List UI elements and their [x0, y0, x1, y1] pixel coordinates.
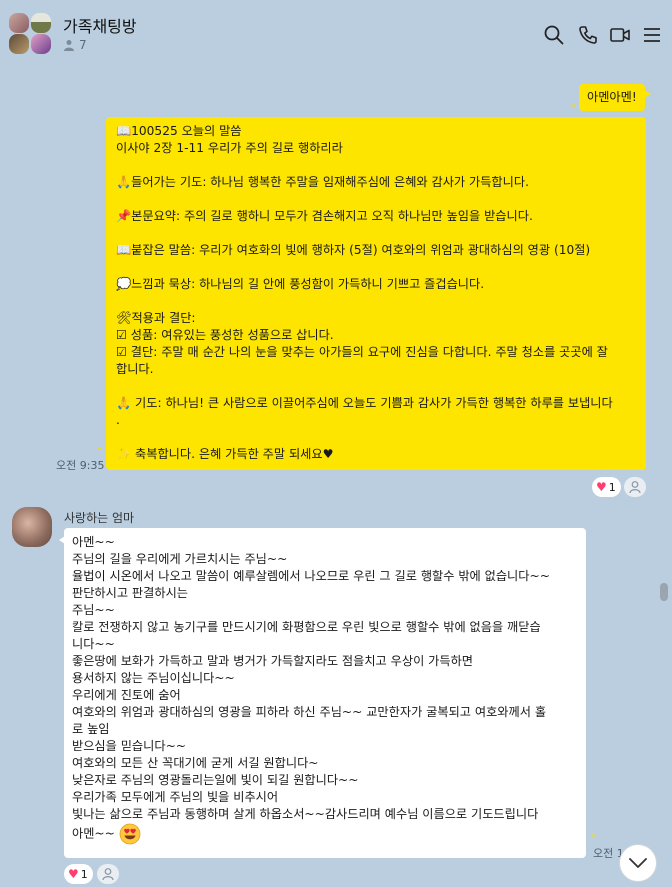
- message-line: 판단하시고 판결하시는: [72, 586, 188, 600]
- member-avatar: [31, 13, 51, 33]
- reaction-badge[interactable]: ♥ 1: [592, 477, 621, 497]
- message-line: 주님의 길을 우리에게 가르치시는 주님~~: [72, 552, 288, 566]
- bubble-tail: [644, 90, 651, 98]
- phone-icon[interactable]: [577, 24, 599, 46]
- member-count[interactable]: 7: [63, 38, 87, 52]
- reaction-count: 1: [608, 480, 616, 494]
- message-line: 로 높임: [72, 722, 110, 736]
- message-line: 📌본문요약: 주의 길로 행하니 모두가 겸손해지고 오직 하나님만 높임을 받…: [116, 209, 533, 223]
- member-count-value: 7: [79, 38, 87, 52]
- add-reaction-button[interactable]: [624, 477, 646, 497]
- add-reaction-button[interactable]: [97, 864, 119, 884]
- search-icon[interactable]: [543, 24, 565, 46]
- message-line: 율법이 시온에서 나오고 말씀이 예루살렘에서 나오므로 우린 그 길로 행할수…: [72, 569, 550, 583]
- message-last-line: 아멘~~: [72, 826, 115, 841]
- message-line: 합니다.: [116, 362, 154, 376]
- message-line: 아멘~~: [72, 823, 578, 845]
- message-line: 좋은땅에 보화가 가득하고 말과 병거가 가득할지라도 점을치고 우상이 가득하…: [72, 654, 474, 668]
- message-line: 🙏들어가는 기도: 하나님 행복한 주말을 임재해주심에 은혜와 감사가 가득합…: [116, 175, 529, 189]
- chevron-down-icon: [629, 858, 647, 868]
- message-line: 📖붙잡은 말씀: 우리가 여호화의 빛에 행하자 (5절) 여호와의 위엄과 광…: [116, 243, 591, 257]
- message-line: 이사야 2장 1-11 우리가 주의 길로 행하리라: [116, 141, 343, 155]
- message-line: 빛나는 삶으로 주님과 동행하며 살게 하옵소서~~감사드리며 예수님 이름으로…: [72, 807, 539, 821]
- sender-name: 사랑하는 엄마: [64, 511, 135, 525]
- bubble-tail: [59, 536, 65, 544]
- message-line: 용서하지 않는 주님이십니다~~: [72, 671, 235, 685]
- message-line: ☑ 성품: 여유있는 풍성한 성품으로 삽니다.: [116, 328, 334, 342]
- video-call-icon[interactable]: [609, 24, 631, 46]
- member-avatar: [31, 34, 51, 54]
- heart-icon: ♥: [596, 480, 607, 494]
- my-message-bubble[interactable]: 아멘아멘!: [579, 84, 651, 111]
- message-line: 🙏 기도: 하나님! 큰 사람으로 이끌어주심에 오늘도 기쁨과 감사가 가득한…: [116, 396, 613, 410]
- sender-avatar[interactable]: [12, 507, 52, 547]
- person-icon: [64, 40, 74, 51]
- message-text-block: 아멘~~ 주님의 길을 우리에게 가르치시는 주님~~ 율법이 시온에서 나오고 말…: [72, 534, 578, 823]
- scroll-to-bottom-button[interactable]: [619, 844, 657, 882]
- group-avatar[interactable]: [8, 12, 54, 56]
- message-line: 칼로 전쟁하지 않고 농기구를 만드시기에 화평함으로 우린 빛으로 행할수 밖…: [72, 620, 541, 634]
- heart-eyes-emoji-icon: [119, 823, 141, 845]
- message-line: .: [116, 413, 120, 427]
- person-icon: [629, 481, 641, 494]
- reaction-badge[interactable]: ♥ 1: [64, 864, 93, 884]
- scrollbar-thumb[interactable]: [660, 583, 668, 601]
- unread-dot: [592, 834, 595, 837]
- message-line: 낮은자로 주님의 영광돌리는일에 빛이 되길 원합니다~~: [72, 773, 359, 787]
- message-line: 니다~~: [72, 637, 115, 651]
- reaction-count: 1: [80, 867, 88, 881]
- heart-icon: ♥: [68, 867, 79, 881]
- member-avatar: [9, 34, 29, 54]
- message-line: 💭느낌과 묵상: 하나님의 길 안에 풍성함이 가득하니 기쁘고 즐겁습니다.: [116, 277, 485, 291]
- message-text: 아멘아멘!: [587, 90, 637, 104]
- message-line: 🛠적용과 결단:: [116, 311, 196, 325]
- member-avatar: [9, 13, 29, 33]
- message-line: ☑ 결단: 주말 매 순간 나의 눈을 맞추는 아가들의 요구에 진심을 다합니…: [116, 345, 608, 359]
- unread-dot: [572, 104, 575, 107]
- message-line: 📖100525 오늘의 말씀: [116, 124, 242, 138]
- message-time: 오전 9:35: [56, 459, 105, 472]
- other-message-bubble[interactable]: 아멘~~ 주님의 길을 우리에게 가르치시는 주님~~ 율법이 시온에서 나오고 말…: [59, 528, 586, 858]
- message-text-block: 📖100525 오늘의 말씀이사야 2장 1-11 우리가 주의 길로 행하리라…: [116, 123, 636, 463]
- message-line: 우리가족 모두에게 주님의 빛을 비추시어: [72, 790, 279, 804]
- devotion-message-bubble[interactable]: 📖100525 오늘의 말씀이사야 2장 1-11 우리가 주의 길로 행하리라…: [106, 117, 646, 470]
- chat-room-title[interactable]: 가족채팅방: [63, 13, 137, 37]
- message-line: ✨ 축복합니다. 은혜 가득한 주말 되세요♥: [116, 447, 334, 461]
- message-line: 여호와의 위엄과 광대하심의 영광을 피하라 하신 주님~~ 교만한자가 굴복되…: [72, 705, 547, 719]
- person-icon: [102, 868, 114, 881]
- message-line: 주님~~: [72, 603, 115, 617]
- message-line: 받으심을 믿습니다~~: [72, 739, 186, 753]
- message-line: 여호와의 모든 산 꼭대기에 굳게 서길 원합니다~: [72, 756, 319, 770]
- message-line: 아멘~~: [72, 535, 115, 549]
- menu-icon[interactable]: [641, 24, 663, 46]
- unread-dot: [98, 447, 101, 450]
- message-line: 우리에게 진토에 숨어: [72, 688, 181, 702]
- chat-header: 가족채팅방 7: [0, 0, 672, 68]
